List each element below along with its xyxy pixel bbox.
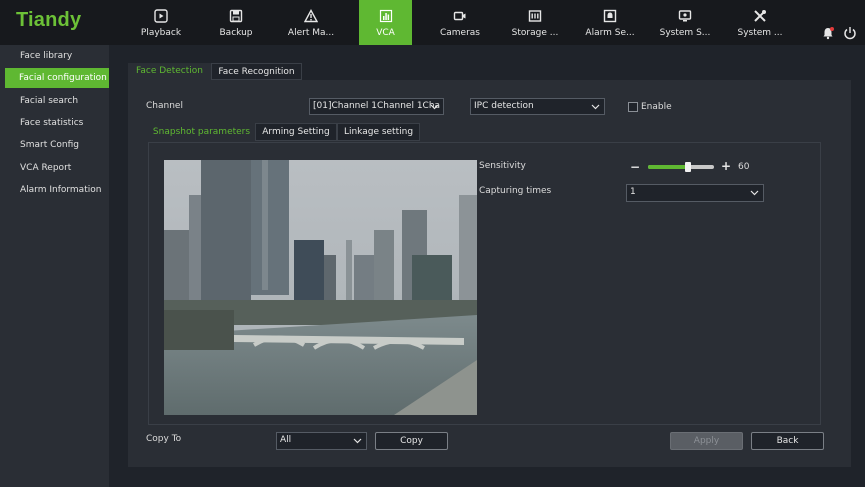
nav-storage-label: Storage ... [511,28,559,38]
top-navigation-bar: Tiandy Playback Backup Alert Ma... VCA C… [0,0,865,45]
copy-to-value: All [280,435,292,445]
sidebar-item-vca-report[interactable]: VCA Report [0,158,109,178]
nav-alert-label: Alert Ma... [287,28,335,38]
sidebar-item-smart-config[interactable]: Smart Config [0,135,109,155]
alarm-settings-icon [603,9,617,23]
nav-system-status-label: System S... [659,28,711,38]
nav-backup[interactable]: Backup [199,0,273,45]
capturing-times-value: 1 [630,187,636,197]
chevron-down-icon [750,190,759,196]
nav-storage[interactable]: Storage ... [498,0,572,45]
system-status-icon [678,10,692,22]
sensitivity-slider-fill [648,165,688,169]
nav-playback[interactable]: Playback [124,0,198,45]
tab-arming-setting[interactable]: Arming Setting [255,123,337,141]
apply-button[interactable]: Apply [670,432,743,450]
copy-to-select[interactable]: All [276,432,367,450]
nav-alert-management[interactable]: Alert Ma... [274,0,348,45]
sidebar-item-face-library[interactable]: Face library [0,46,109,66]
vca-icon [379,9,392,23]
bell-icon[interactable] [821,26,835,40]
sensitivity-increase-button[interactable]: + [721,159,731,173]
capturing-times-label: Capturing times [479,186,552,196]
channel-select[interactable]: [01]Channel 1Channel 1Cha [309,98,444,115]
back-button[interactable]: Back [751,432,824,450]
detection-mode-value: IPC detection [474,101,534,111]
storage-icon [528,10,542,22]
enable-label: Enable [641,102,672,112]
channel-select-value: [01]Channel 1Channel 1Cha [313,101,441,111]
tab-face-recognition[interactable]: Face Recognition [211,63,302,80]
copy-to-label: Copy To [146,434,182,444]
face-detection-panel: Channel [01]Channel 1Channel 1Cha IPC de… [128,80,851,467]
sidebar-item-face-statistics[interactable]: Face statistics [0,113,109,133]
nav-cameras[interactable]: Cameras [423,0,497,45]
nav-alarm-settings[interactable]: Alarm Se... [573,0,647,45]
nav-alarm-settings-label: Alarm Se... [585,28,635,38]
chevron-down-icon [430,104,439,110]
nav-system-tools[interactable]: System ... [723,0,797,45]
sensitivity-decrease-button[interactable]: − [630,160,640,174]
sidebar: Face library Facial configuration Facial… [0,45,109,487]
nav-system-tools-label: System ... [737,28,783,38]
nav-backup-label: Backup [219,28,253,38]
playback-icon [154,9,168,23]
alert-icon [304,9,318,23]
backup-icon [229,9,243,23]
sensitivity-value: 60 [738,162,750,172]
sidebar-item-alarm-information[interactable]: Alarm Information [0,180,109,200]
tab-face-detection[interactable]: Face Detection [128,63,211,81]
enable-checkbox[interactable] [628,102,638,112]
sensitivity-label: Sensitivity [479,161,526,171]
chevron-down-icon [591,104,600,110]
brand-logo: Tiandy [16,9,82,31]
chevron-down-icon [353,438,362,444]
camera-preview [164,160,477,415]
nav-playback-label: Playback [140,28,182,38]
capturing-times-select[interactable]: 1 [626,184,764,202]
power-icon[interactable] [843,26,857,40]
copy-button[interactable]: Copy [375,432,448,450]
nav-vca[interactable]: VCA [359,0,412,45]
system-tools-icon [754,10,766,22]
camera-preview-image [164,160,477,415]
tab-linkage-setting[interactable]: Linkage setting [337,123,420,141]
sensitivity-slider-thumb[interactable] [685,162,691,172]
main-content: Face Detection Face Recognition Channel … [109,45,865,487]
sidebar-item-facial-configuration[interactable]: Facial configuration [5,68,109,88]
nav-vca-label: VCA [376,28,395,38]
sidebar-item-facial-search[interactable]: Facial search [0,91,109,111]
nav-system-status[interactable]: System S... [648,0,722,45]
detection-mode-select[interactable]: IPC detection [470,98,605,115]
tab-snapshot-parameters[interactable]: Snapshot parameters [148,124,255,141]
channel-label: Channel [146,101,183,111]
nav-cameras-label: Cameras [439,28,480,38]
camera-icon [453,11,466,21]
